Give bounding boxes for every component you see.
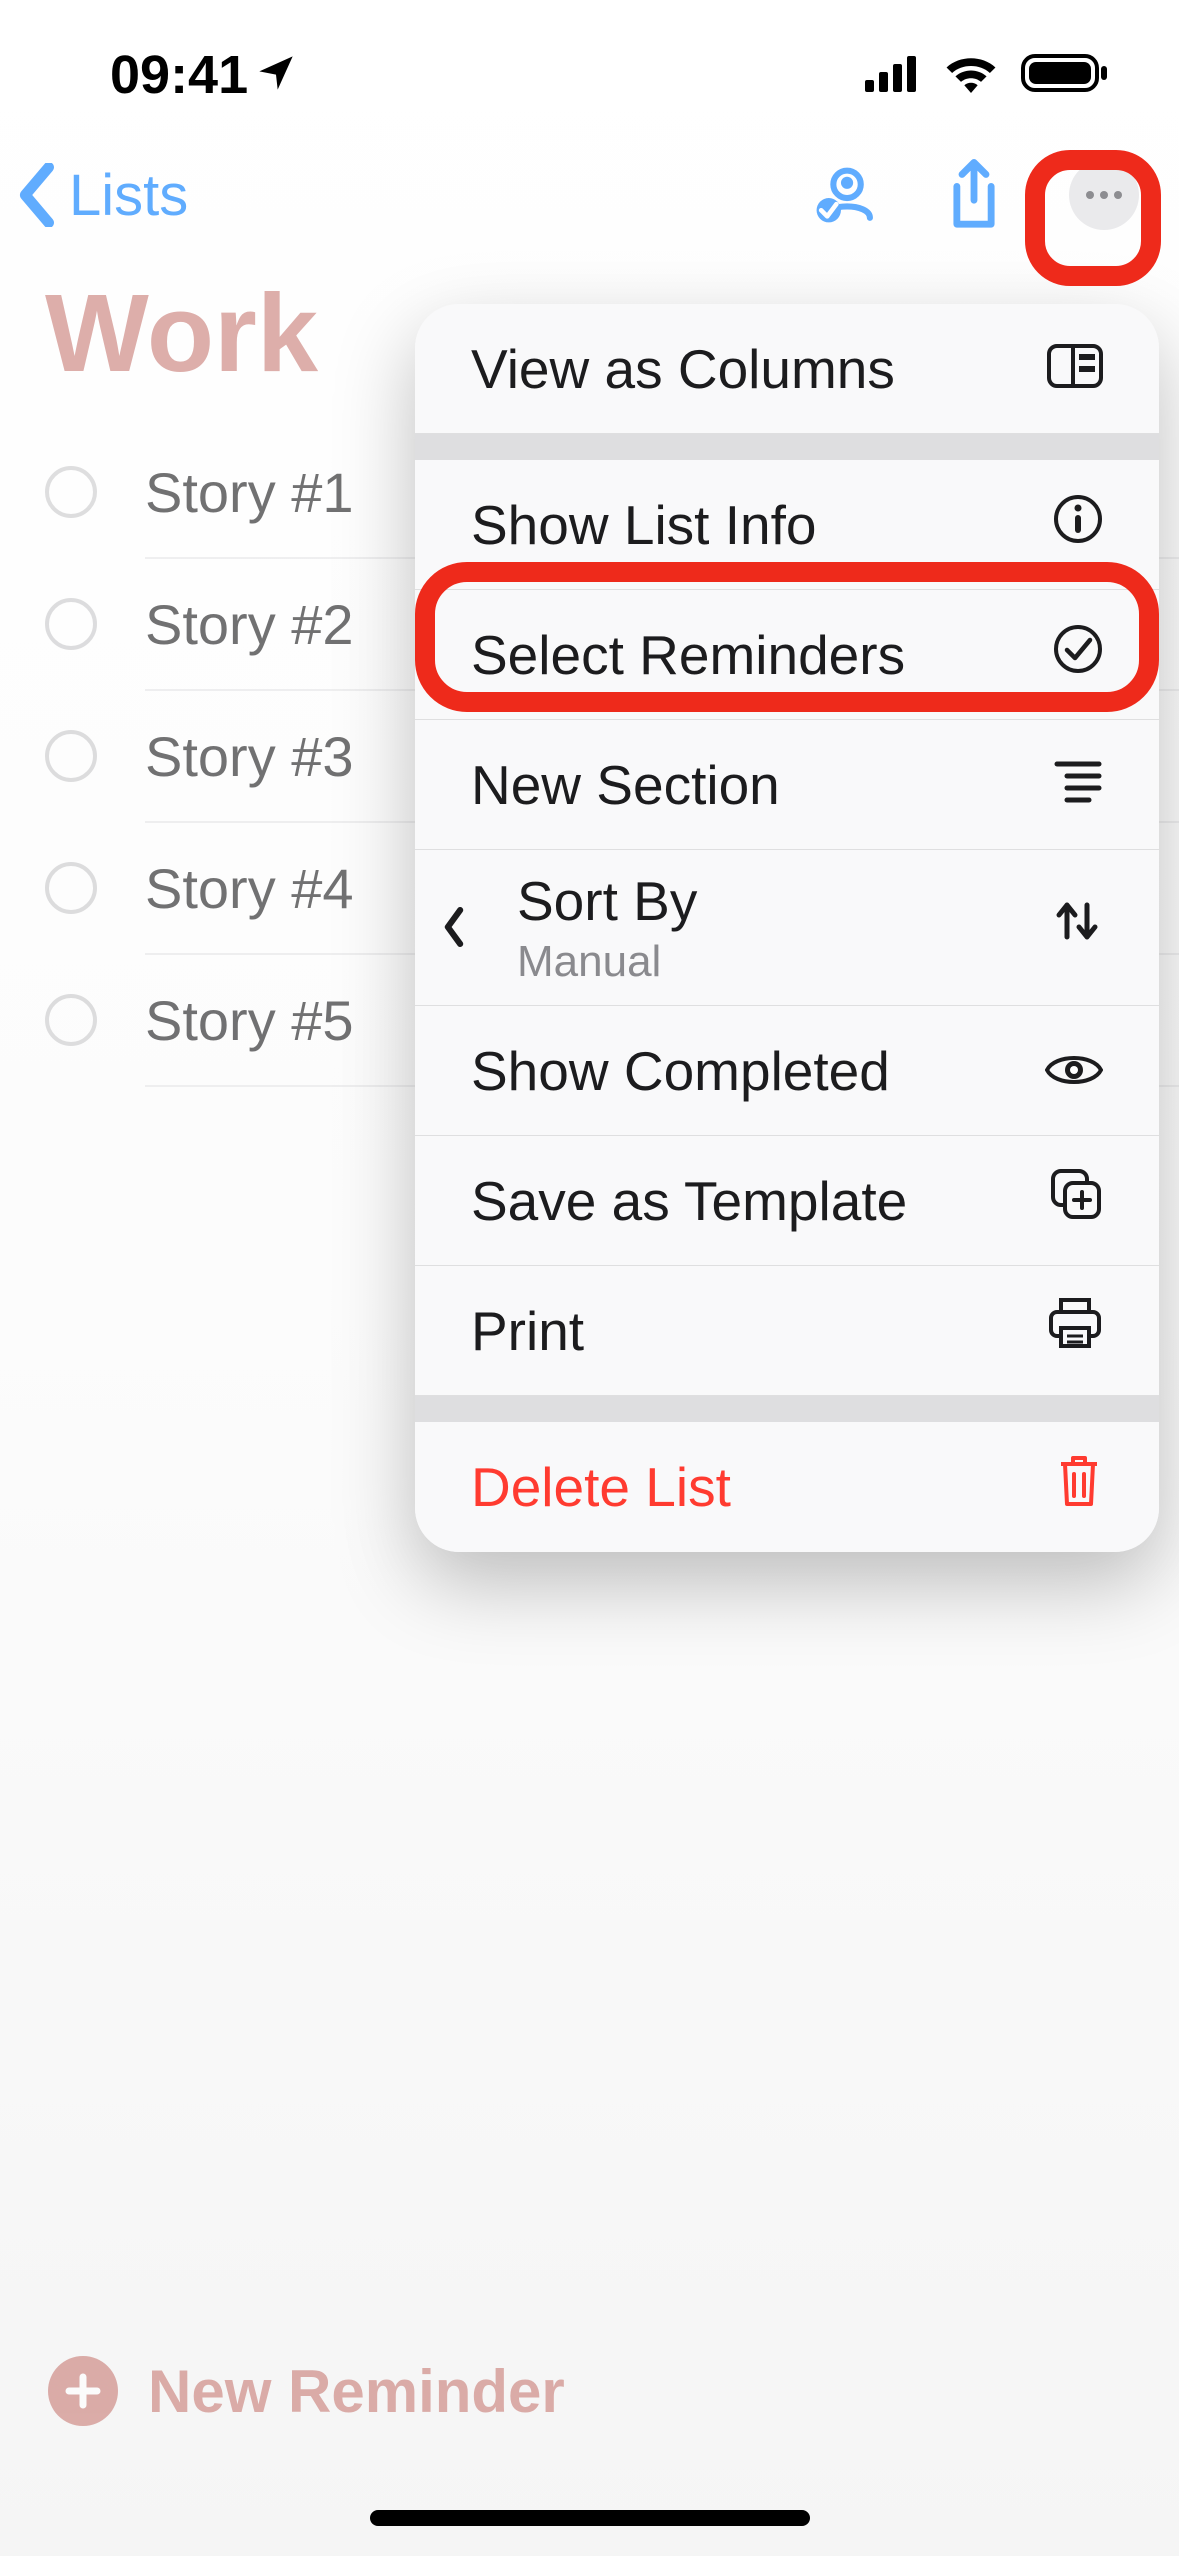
completion-circle-icon[interactable]	[45, 730, 97, 782]
reminder-title: Story #5	[145, 988, 354, 1053]
list-indent-icon	[1053, 753, 1103, 817]
menu-view-as-columns[interactable]: View as Columns	[415, 304, 1159, 434]
trash-icon	[1055, 1454, 1103, 1521]
menu-print[interactable]: Print	[415, 1266, 1159, 1396]
new-reminder-label: New Reminder	[148, 2357, 565, 2426]
menu-sort-by[interactable]: Sort By Manual	[415, 850, 1159, 1006]
status-right-icons	[865, 52, 1109, 99]
menu-delete-list[interactable]: Delete List	[415, 1422, 1159, 1552]
menu-separator	[415, 1396, 1159, 1422]
completion-circle-icon[interactable]	[45, 466, 97, 518]
menu-item-sublabel: Manual	[517, 937, 697, 987]
home-indicator	[370, 2510, 810, 2526]
completion-circle-icon[interactable]	[45, 862, 97, 914]
cellular-icon	[865, 54, 921, 97]
person-badge-icon	[812, 163, 876, 227]
menu-item-label: Show Completed	[471, 1039, 890, 1103]
menu-item-label: Delete List	[471, 1455, 731, 1519]
new-reminder-button[interactable]: New Reminder	[48, 2356, 565, 2426]
menu-show-completed[interactable]: Show Completed	[415, 1006, 1159, 1136]
status-time: 09:41	[110, 44, 296, 106]
share-button[interactable]	[939, 160, 1009, 230]
nav-bar: Lists	[0, 130, 1179, 260]
chevron-left-icon	[15, 163, 61, 227]
menu-separator	[415, 434, 1159, 460]
share-icon	[946, 159, 1002, 231]
reminder-title: Story #3	[145, 724, 354, 789]
columns-icon	[1047, 337, 1103, 401]
back-label: Lists	[69, 162, 188, 229]
printer-icon	[1047, 1298, 1103, 1363]
template-plus-icon	[1049, 1167, 1103, 1234]
reminder-title: Story #2	[145, 592, 354, 657]
completion-circle-icon[interactable]	[45, 994, 97, 1046]
info-icon	[1053, 493, 1103, 557]
reminder-title: Story #4	[145, 856, 354, 921]
status-bar: 09:41	[0, 0, 1179, 130]
plus-circle-icon	[48, 2356, 118, 2426]
sort-arrows-icon	[1051, 895, 1103, 960]
collaborate-button[interactable]	[809, 160, 879, 230]
reminder-title: Story #1	[145, 460, 354, 525]
annotation-highlight-more	[1025, 150, 1161, 286]
menu-item-label: Save as Template	[471, 1169, 907, 1233]
menu-item-label: View as Columns	[471, 337, 895, 401]
location-icon	[256, 44, 296, 106]
context-menu: View as Columns Show List Info Select Re…	[415, 304, 1159, 1552]
completion-circle-icon[interactable]	[45, 598, 97, 650]
menu-item-label: Sort By	[517, 869, 697, 933]
chevron-left-icon	[441, 896, 467, 960]
back-button[interactable]: Lists	[15, 162, 188, 229]
menu-item-label: New Section	[471, 753, 780, 817]
menu-item-label: Print	[471, 1299, 584, 1363]
menu-new-section[interactable]: New Section	[415, 720, 1159, 850]
battery-icon	[1021, 52, 1109, 99]
menu-save-template[interactable]: Save as Template	[415, 1136, 1159, 1266]
annotation-highlight-select	[415, 562, 1159, 712]
menu-item-label: Show List Info	[471, 493, 816, 557]
eye-icon	[1045, 1039, 1103, 1103]
status-time-text: 09:41	[110, 44, 248, 106]
wifi-icon	[943, 53, 999, 98]
